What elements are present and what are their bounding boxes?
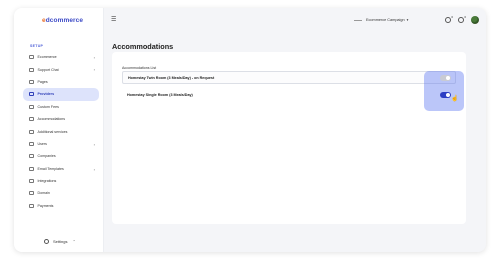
sidebar-item-label: Additional services <box>37 129 68 134</box>
sidebar-item-label: Domain <box>37 191 50 196</box>
chat-icon <box>29 67 34 72</box>
logo-text: dcommerce <box>45 17 84 24</box>
campaign-selector[interactable]: Ecommerce Campaign ▾ <box>354 18 408 22</box>
pointer-cursor-icon: ☝ <box>451 96 459 102</box>
sidebar-item-label: Integrations <box>37 179 57 184</box>
sidebar-item-domain[interactable]: Domain <box>23 187 99 199</box>
sidebar-item-label: Accommodations <box>37 117 66 122</box>
sidebar-item-companies[interactable]: Companies <box>23 150 99 162</box>
domain-icon <box>29 191 34 196</box>
sidebar-item-providers[interactable]: Providers <box>23 88 99 101</box>
chevron-down-icon: ▾ <box>406 18 409 22</box>
cart-icon <box>29 55 34 60</box>
toggle-knob <box>445 75 450 80</box>
sidebar-item-integrations[interactable]: Integrations <box>23 175 99 187</box>
enable-toggle[interactable] <box>440 75 451 81</box>
sidebar-item-label: Providers <box>37 92 55 97</box>
list-item-name: Homestay Single Room (3 Meals/Day) <box>127 92 193 97</box>
hamburger-menu-icon[interactable]: ☰ <box>111 16 116 23</box>
enable-toggle[interactable] <box>440 92 451 98</box>
settings-label: Settings <box>53 239 68 244</box>
chevron-right-icon: › <box>93 141 95 147</box>
sidebar-item-accommodations[interactable]: Accommodations <box>23 113 99 125</box>
sidebar: edcommerce SETUP Ecommerce › Support Chat ›… <box>14 8 104 252</box>
fees-icon <box>29 104 34 109</box>
list-label: Accommodations List <box>122 65 157 70</box>
list-item-name: Homestay Twin Room (3 Meals/Day) - on Re… <box>128 75 215 80</box>
sidebar-item-payments[interactable]: Payments <box>23 200 99 212</box>
toggle-knob <box>446 92 450 97</box>
providers-icon <box>29 92 34 97</box>
sidebar-item-additional-services[interactable]: Additional services <box>23 125 99 137</box>
sidebar-item-label: Payments <box>37 203 54 208</box>
sidebar-item-label: Support Chat <box>37 67 59 72</box>
companies-icon <box>29 154 34 159</box>
notification-icon[interactable]: 0 <box>445 15 453 23</box>
chevron-up-icon: ⌃ <box>72 239 76 244</box>
services-icon <box>29 129 34 134</box>
chevron-right-icon: › <box>93 55 95 60</box>
page-title: Accommodations <box>112 42 174 51</box>
settings-button[interactable]: Settings ⌃ <box>44 239 76 244</box>
list-item[interactable]: Homestay Single Room (3 Meals/Day) <box>122 88 456 101</box>
sidebar-item-label: Ecommerce <box>37 55 57 60</box>
sidebar-item-label: Pages <box>37 79 48 84</box>
sidebar-item-support-chat[interactable]: Support Chat › <box>23 63 99 75</box>
messages-icon[interactable]: 0 <box>458 15 466 23</box>
integrations-icon <box>29 179 34 184</box>
messages-badge: 0 <box>464 15 466 19</box>
accommodations-card: Accommodations List Homestay Twin Room (… <box>112 52 466 224</box>
bed-icon <box>29 117 34 122</box>
page-icon <box>29 79 34 84</box>
notification-badge: 0 <box>451 15 453 19</box>
chevron-right-icon: › <box>93 166 95 172</box>
sidebar-item-email-templates[interactable]: Email Templates › <box>23 163 99 175</box>
chevron-right-icon: › <box>93 67 95 73</box>
avatar[interactable] <box>471 16 479 24</box>
section-label-setup: SETUP <box>30 44 44 48</box>
campaign-label: Ecommerce Campaign <box>366 18 405 22</box>
gear-icon <box>44 239 49 244</box>
sidebar-item-label: Companies <box>37 154 56 159</box>
campaign-indicator <box>354 19 362 21</box>
sidebar-nav: Ecommerce › Support Chat › Pages Providers Cus… <box>23 51 99 212</box>
sidebar-item-label: Email Templates <box>37 166 64 171</box>
payments-icon <box>29 203 34 208</box>
users-icon <box>29 141 34 146</box>
top-bar: ☰ Ecommerce Campaign ▾ 0 0 <box>104 8 486 31</box>
sidebar-item-custom-fees[interactable]: Custom Fees <box>23 101 99 113</box>
sidebar-item-label: Custom Fees <box>37 104 59 109</box>
sidebar-item-pages[interactable]: Pages <box>23 76 99 88</box>
app-window: edcommerce SETUP Ecommerce › Support Chat ›… <box>14 8 486 252</box>
list-item[interactable]: Homestay Twin Room (3 Meals/Day) - on Re… <box>122 71 456 84</box>
email-icon <box>29 166 34 171</box>
sidebar-item-users[interactable]: Users › <box>23 138 99 150</box>
app-logo[interactable]: edcommerce <box>42 17 83 24</box>
sidebar-item-label: Users <box>37 141 47 146</box>
sidebar-item-ecommerce[interactable]: Ecommerce › <box>23 51 99 63</box>
